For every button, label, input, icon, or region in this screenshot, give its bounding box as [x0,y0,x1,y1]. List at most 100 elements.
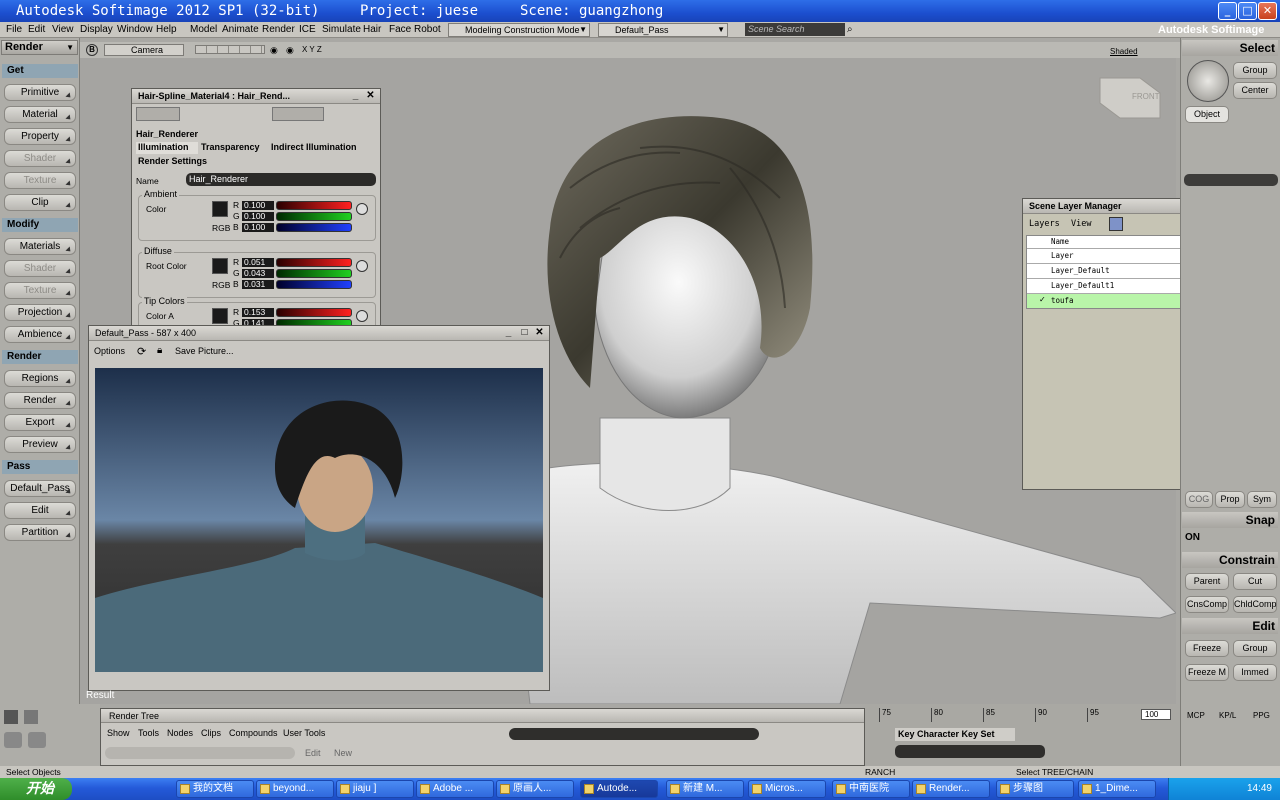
channel-r-slider[interactable] [276,201,352,210]
channel-b-value[interactable]: 0.031 [242,280,274,289]
menu-edit[interactable]: Edit [28,22,45,38]
viewport-icon-strip[interactable] [195,45,265,54]
keyset-bar[interactable] [895,745,1045,758]
filter-bar[interactable] [1184,174,1278,186]
animation-icon[interactable] [356,310,368,322]
tab-render-settings[interactable]: Render Settings [138,156,207,166]
select-arrow-icon[interactable] [1187,60,1229,102]
refresh-icon[interactable]: ⟳ [137,345,146,358]
name-field[interactable]: Hair_Renderer [186,173,376,186]
channel-r-value[interactable]: 0.153 [242,308,274,317]
tab-prop[interactable]: Prop [1215,491,1245,508]
channel-b-slider[interactable] [276,223,352,232]
left-button-default-pass[interactable]: Default_Pass [4,480,76,497]
menu-render[interactable]: Render [262,22,295,38]
tab-mcp[interactable]: MCP [1187,711,1205,720]
close-icon[interactable]: ✕ [533,327,546,339]
left-button-shader[interactable]: Shader [4,150,76,167]
channel-r-value[interactable]: 0.100 [242,201,274,210]
taskbar-item[interactable]: Micros... [748,780,826,798]
taskbar-item[interactable]: 步骤图 [996,780,1074,798]
pass-combo[interactable]: Default_Pass [598,23,728,37]
channel-b-value[interactable]: 0.100 [242,223,274,232]
taskbar-item[interactable]: 新建 M... [666,780,744,798]
channel-r-value[interactable]: 0.051 [242,258,274,267]
toolbar-combo[interactable]: Render ▼ [1,40,78,55]
save-picture-button[interactable]: Save Picture... [175,346,234,356]
render-tree-menu-user-tools[interactable]: User Tools [283,728,325,738]
eye-icon[interactable]: ◉ [270,42,278,58]
layout-icon-2[interactable] [28,732,46,748]
taskbar-item[interactable]: jiaju ] [336,780,414,798]
eye-toggle-icon[interactable]: ◉ [286,42,294,58]
tab-indirect-illumination[interactable]: Indirect Illumination [271,142,357,152]
group-edit-button[interactable]: Group [1233,640,1277,657]
color-swatch[interactable] [212,258,228,274]
tab-illumination[interactable]: Illumination [136,142,198,154]
left-button-clip[interactable]: Clip [4,194,76,211]
menu-ice[interactable]: ICE [299,22,316,38]
taskbar-item[interactable]: 1_Dime... [1078,780,1156,798]
render-tree-menu-clips[interactable]: Clips [201,728,221,738]
menu-hair[interactable]: Hair [363,22,381,38]
taskbar-item[interactable]: Adobe ... [416,780,494,798]
taskbar-item[interactable]: 原画人... [496,780,574,798]
menu-display[interactable]: Display [80,22,113,38]
options-menu[interactable]: Options [94,346,125,356]
channel-b-slider[interactable] [276,280,352,289]
chldcomp-button[interactable]: ChldComp [1233,596,1277,613]
view-menu[interactable]: View [1071,219,1091,229]
minimize-icon[interactable]: _ [349,90,362,102]
color-swatch[interactable] [212,201,228,217]
brush-icon[interactable] [24,710,38,724]
minimize-icon[interactable]: _ [502,327,515,339]
left-button-ambience[interactable]: Ambience [4,326,76,343]
menu-view[interactable]: View [52,22,74,38]
left-button-preview[interactable]: Preview [4,436,76,453]
left-button-projection[interactable]: Projection [4,304,76,321]
render-tree-menu-nodes[interactable]: Nodes [167,728,193,738]
render-tree-menu-tools[interactable]: Tools [138,728,159,738]
lock-icon[interactable]: 🔒︎ [157,345,162,356]
taskbar-item[interactable]: Autode... [580,780,658,798]
left-button-materials[interactable]: Materials [4,238,76,255]
color-swatch[interactable] [212,308,228,324]
layout-combo[interactable]: Modeling Construction Mode [448,23,590,37]
channel-g-slider[interactable] [276,212,352,221]
start-button[interactable]: 开始 [0,778,72,800]
left-button-primitive[interactable]: Primitive [4,84,76,101]
frame-field[interactable]: 100 [1141,709,1171,720]
animation-icon[interactable] [356,203,368,215]
tab-ppg[interactable]: PPG [1253,711,1270,720]
left-button-export[interactable]: Export [4,414,76,431]
render-tree-menu-compounds[interactable]: Compounds [229,728,278,738]
parent-button[interactable]: Parent [1185,573,1229,590]
object-button[interactable]: Object [1185,106,1229,123]
menu-face-robot[interactable]: Face Robot [389,22,441,38]
left-button-texture[interactable]: Texture [4,282,76,299]
group-button[interactable]: Group [1233,62,1277,79]
scene-search-input[interactable]: Scene Search [745,23,845,36]
left-button-texture[interactable]: Texture [4,172,76,189]
render-tree-menu-show[interactable]: Show [107,728,130,738]
layers-menu[interactable]: Layers [1029,219,1060,229]
menu-window[interactable]: Window [117,22,153,38]
left-button-shader[interactable]: Shader [4,260,76,277]
snap-on-toggle[interactable]: ON [1185,532,1200,543]
tab-kpl[interactable]: KP/L [1219,711,1236,720]
viewport-b-icon[interactable]: B [86,44,98,56]
layout-icon[interactable] [4,732,22,748]
render-tree-path-combo[interactable] [509,728,759,740]
channel-g-slider[interactable] [276,269,352,278]
nav-arrows[interactable] [136,107,180,121]
menu-help[interactable]: Help [156,22,177,38]
search-icon[interactable]: ⌕ [847,23,859,36]
taskbar-item[interactable]: 我的文档 [176,780,254,798]
left-button-regions[interactable]: Regions [4,370,76,387]
menu-simulate[interactable]: Simulate [322,22,361,38]
left-button-render[interactable]: Render [4,392,76,409]
freeze-button[interactable]: Freeze [1185,640,1229,657]
lock-buttons[interactable] [272,107,324,121]
cnscomp-button[interactable]: CnsComp [1185,596,1229,613]
channel-g-value[interactable]: 0.100 [242,212,274,221]
